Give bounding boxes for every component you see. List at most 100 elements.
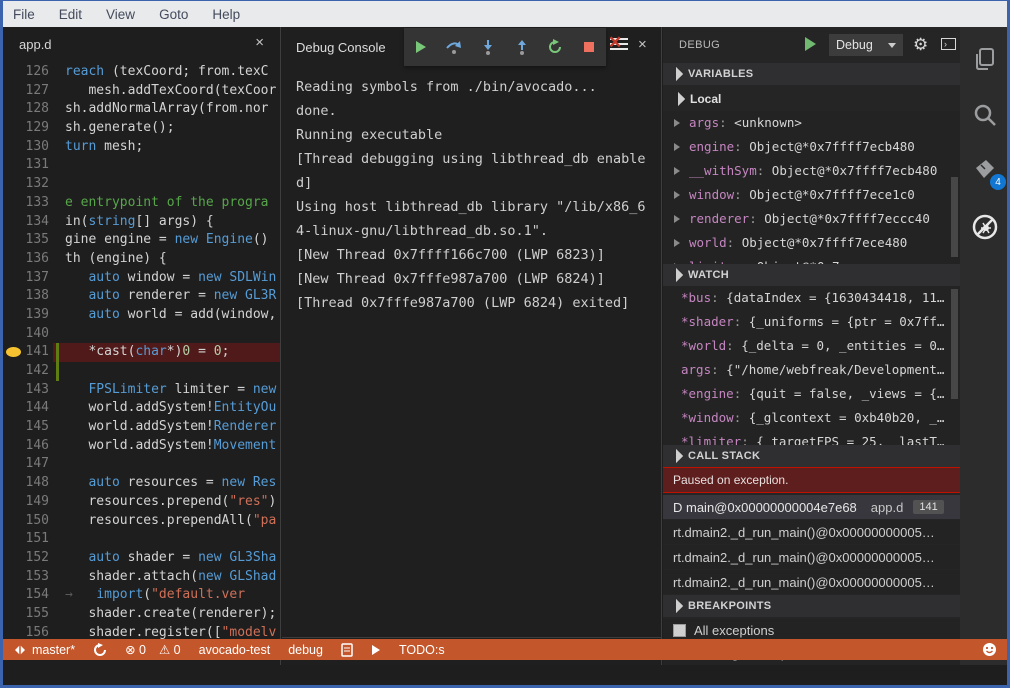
code-line[interactable]: 151 (3, 530, 280, 549)
code-line[interactable]: 127 mesh.addTexCoord(texCoor (3, 82, 280, 101)
stack-frame[interactable]: D main@0x00000000004e7e68app.d141 (663, 495, 960, 519)
stack-frame[interactable]: rt.dmain2._d_run_main()@0x00000000005… (663, 520, 960, 544)
watch-row[interactable]: *bus: {dataIndex = {1630434418, 11… (663, 286, 960, 310)
watch-row[interactable]: *limiter: {_targetFPS = 25, _lastT… (663, 430, 960, 445)
variable-row[interactable]: world: Object@*0x7ffff7ece480 (663, 231, 960, 255)
code-line[interactable]: 152 auto shader = new GL3Sha (3, 549, 280, 568)
section-call-stack[interactable]: CALL STACK (663, 445, 960, 467)
checkbox[interactable] (673, 624, 686, 637)
scrollbar-thumb[interactable] (951, 177, 958, 257)
menu-item-edit[interactable]: Edit (59, 7, 82, 22)
menu-item-help[interactable]: Help (212, 7, 240, 22)
code-line[interactable]: 136th (engine) { (3, 250, 280, 269)
smiley-icon[interactable] (982, 642, 997, 657)
scrollbar-thumb[interactable] (951, 289, 958, 399)
code-line[interactable]: 153 shader.attach(new GLShad (3, 568, 280, 587)
menu-item-goto[interactable]: Goto (159, 7, 188, 22)
step-out-icon[interactable] (511, 36, 533, 58)
restart-icon[interactable] (544, 36, 566, 58)
console-output: Reading symbols from ./bin/avocado...don… (296, 75, 652, 315)
variable-row[interactable]: __withSym: Object@*0x7ffff7ecb480 (663, 159, 960, 183)
status-item[interactable] (341, 643, 353, 657)
debug-icon[interactable] (971, 213, 999, 241)
stack-frame[interactable]: rt.dmain2._d_run_main()@0x00000000005… (663, 545, 960, 569)
watch-row[interactable]: *engine: {quit = false, _views = {… (663, 382, 960, 406)
vscode-window: File Edit View Goto Help app.d × 126reach (t… (0, 0, 1010, 688)
code-line[interactable]: 139 auto world = add(window, (3, 306, 280, 325)
scope-local[interactable]: Local (663, 87, 960, 111)
watch-row[interactable]: *world: {_delta = 0, _entities = 0… (663, 334, 960, 358)
code-line[interactable]: 155 shader.create(renderer); (3, 605, 280, 624)
gear-icon[interactable]: ⚙ (913, 35, 928, 55)
code-area[interactable]: 126reach (texCoord; from.texC127 mesh.ad… (3, 63, 280, 665)
open-console-icon[interactable]: › (941, 38, 956, 50)
code-text: auto window = new SDLWin (65, 269, 276, 288)
code-line[interactable]: 137 auto window = new SDLWin (3, 269, 280, 288)
code-text: in(string[] args) { (65, 213, 214, 232)
start-debug-button[interactable] (805, 37, 816, 51)
stop-icon[interactable] (578, 36, 600, 58)
line-number: 130 (3, 138, 49, 157)
code-line[interactable]: 145 world.addSystem!Renderer (3, 418, 280, 437)
code-line[interactable]: 150 resources.prependAll("pa (3, 512, 280, 531)
clear-console-icon[interactable]: ✕ (610, 36, 630, 54)
tab-close-icon[interactable]: × (255, 34, 264, 51)
code-line[interactable]: 131 (3, 156, 280, 175)
code-line[interactable]: 134in(string[] args) { (3, 213, 280, 232)
code-line[interactable]: 135gine engine = new Engine() (3, 231, 280, 250)
code-line[interactable]: 138 auto renderer = new GL3R (3, 287, 280, 306)
code-line[interactable]: 146 world.addSystem!Movement (3, 437, 280, 456)
line-number: 154 (3, 586, 49, 605)
watch-row[interactable]: *window: {_glcontext = 0xb40b20, _… (663, 406, 960, 430)
variable-row[interactable]: limiter: Object@*0x7... (663, 255, 960, 264)
search-icon[interactable] (971, 101, 999, 129)
expand-icon (669, 599, 683, 613)
variable-name: renderer (689, 211, 749, 226)
section-watch[interactable]: WATCH (663, 264, 960, 286)
status-item[interactable]: ⊗ 0⚠ 0 (125, 642, 181, 657)
watch-row[interactable]: *shader: {_uniforms = {ptr = 0x7ff… (663, 310, 960, 334)
step-over-icon[interactable] (443, 36, 465, 58)
menu-item-view[interactable]: View (106, 7, 135, 22)
code-line[interactable]: 129sh.generate(); (3, 119, 280, 138)
console-line: Running executable (296, 123, 652, 147)
status-item-debug[interactable]: debug (288, 643, 323, 657)
section-breakpoints[interactable]: BREAKPOINTS (663, 595, 960, 617)
watch-row[interactable]: args: {"/home/webfreak/Development… (663, 358, 960, 382)
code-line[interactable]: 143 FPSLimiter limiter = new (3, 381, 280, 400)
code-line[interactable]: 132 (3, 175, 280, 194)
stack-frame[interactable]: rt.dmain2._d_run_main()@0x00000000005… (663, 570, 960, 594)
status-item-avocadotest[interactable]: avocado-test (199, 643, 271, 657)
close-panel-icon[interactable]: × (638, 36, 647, 53)
code-line[interactable]: 130turn mesh; (3, 138, 280, 157)
explorer-icon[interactable] (971, 45, 999, 73)
code-line[interactable]: 154→ import("default.ver (3, 586, 280, 605)
code-line[interactable]: 128sh.addNormalArray(from.nor (3, 100, 280, 119)
code-line[interactable]: 140 (3, 325, 280, 344)
code-line[interactable]: 142 (3, 362, 280, 381)
section-variables[interactable]: VARIABLES (663, 63, 960, 85)
variable-row[interactable]: args: <unknown> (663, 111, 960, 135)
variable-row[interactable]: engine: Object@*0x7ffff7ecb480 (663, 135, 960, 159)
expand-icon (669, 449, 683, 463)
variable-row[interactable]: renderer: Object@*0x7ffff7eccc40 (663, 207, 960, 231)
menu-item-file[interactable]: File (13, 7, 35, 22)
status-item[interactable] (93, 643, 107, 657)
continue-icon[interactable] (410, 36, 432, 58)
code-line[interactable]: 148 auto resources = new Res (3, 474, 280, 493)
code-line[interactable]: 149 resources.prepend("res") (3, 493, 280, 512)
status-item-TODOs[interactable]: TODO:s (399, 643, 445, 657)
step-into-icon[interactable] (477, 36, 499, 58)
disclosure-icon (674, 215, 680, 223)
tab-app-d[interactable]: app.d × (3, 27, 280, 61)
code-line[interactable]: 147 (3, 455, 280, 474)
code-line[interactable]: 141 *cast(char*)0 = 0; (3, 343, 280, 362)
code-line[interactable]: 126reach (texCoord; from.texC (3, 63, 280, 82)
debug-config-dropdown[interactable]: Debug (829, 34, 903, 56)
variable-row[interactable]: window: Object@*0x7ffff7ece1c0 (663, 183, 960, 207)
source-control-icon[interactable]: 4 (971, 157, 999, 185)
code-line[interactable]: 133e entrypoint of the progra (3, 194, 280, 213)
status-item-master[interactable]: master* (13, 643, 75, 657)
code-line[interactable]: 144 world.addSystem!EntityOu (3, 399, 280, 418)
status-item[interactable] (371, 644, 381, 656)
